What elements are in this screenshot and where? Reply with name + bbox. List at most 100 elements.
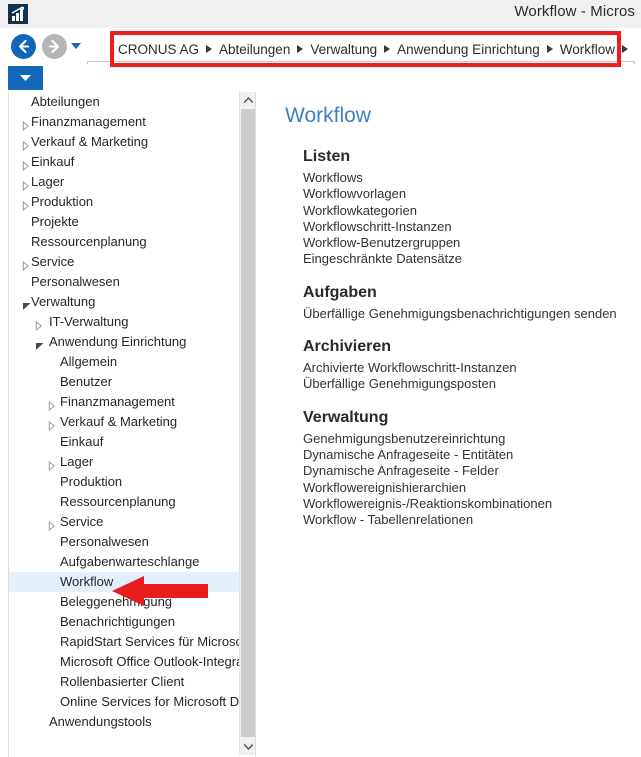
tree-expander-collapsed-icon[interactable]	[22, 137, 30, 152]
tree-expander-collapsed-icon[interactable]	[22, 177, 30, 192]
breadcrumb-separator-icon	[206, 45, 213, 53]
breadcrumb-separator-icon	[384, 45, 391, 53]
sidebar-item-label: IT-Verwaltung	[49, 314, 129, 329]
chevron-down-icon[interactable]	[240, 739, 255, 755]
sidebar-item-benutzer[interactable]: Benutzer	[9, 372, 248, 392]
link-item[interactable]: Workflows	[303, 170, 633, 186]
sidebar-item-microsoft-office-outlook-integration[interactable]: Microsoft Office Outlook-Integration	[9, 652, 248, 672]
sidebar-item-service[interactable]: Service	[9, 252, 248, 272]
sidebar-item-label: Beleggenehmigung	[60, 594, 173, 609]
tree-expander-collapsed-icon[interactable]	[35, 317, 43, 332]
breadcrumb-item[interactable]: Anwendung Einrichtung	[397, 42, 540, 57]
sidebar-item-ressourcenplanung[interactable]: Ressourcenplanung	[9, 492, 248, 512]
link-item[interactable]: Genehmigungsbenutzereinrichtung	[303, 431, 633, 447]
sidebar-item-label: Verkauf & Marketing	[31, 134, 149, 149]
link-item[interactable]: Überfällige Genehmigungsposten	[303, 376, 633, 392]
sidebar-item-personalwesen[interactable]: Personalwesen	[9, 272, 248, 292]
breadcrumb-separator-icon	[622, 45, 628, 53]
link-item[interactable]: Workflowschritt-Instanzen	[303, 219, 633, 235]
sidebar-item-label: Lager	[31, 174, 65, 189]
sidebar-item-label: Workflow	[60, 574, 114, 589]
scrollbar-thumb[interactable]	[241, 109, 255, 737]
sidebar-item-anwendungstools[interactable]: Anwendungstools	[9, 712, 248, 732]
sidebar-item-label: Anwendung Einrichtung	[49, 334, 187, 349]
link-item[interactable]: Workflowvorlagen	[303, 186, 633, 202]
forward-button[interactable]	[42, 34, 67, 59]
tree-expander-expanded-icon[interactable]	[22, 297, 32, 312]
sidebar-item-label: Produktion	[60, 474, 123, 489]
sidebar-item-ressourcenplanung[interactable]: Ressourcenplanung	[9, 232, 248, 252]
sidebar-item-label: Personalwesen	[31, 274, 120, 289]
sidebar-item-label: Benutzer	[60, 374, 113, 389]
sidebar-item-produktion[interactable]: Produktion	[9, 192, 248, 212]
sidebar-item-anwendung-einrichtung[interactable]: Anwendung Einrichtung	[9, 332, 248, 352]
sidebar-item-projekte[interactable]: Projekte	[9, 212, 248, 232]
sidebar-item-lager[interactable]: Lager	[9, 172, 248, 192]
link-item[interactable]: Eingeschränkte Datensätze	[303, 251, 633, 267]
sidebar-item-verwaltung[interactable]: Verwaltung	[9, 292, 248, 312]
secondary-toolbar	[0, 64, 641, 93]
tree-scrollbar[interactable]	[239, 92, 255, 755]
sidebar-item-abteilungen[interactable]: Abteilungen	[9, 92, 248, 112]
sidebar-item-label: Einkauf	[31, 154, 75, 169]
breadcrumb-item[interactable]: CRONUS AG	[118, 42, 199, 57]
tree-expander-collapsed-icon[interactable]	[22, 197, 30, 212]
tree-expander-collapsed-icon[interactable]	[22, 117, 30, 132]
sidebar-item-label: Projekte	[31, 214, 79, 229]
sidebar-item-label: Finanzmanagement	[31, 114, 146, 129]
sidebar-item-rapidstart-services-f-r-microsoft-dyn[interactable]: RapidStart Services für Microsoft Dyn	[9, 632, 248, 652]
sidebar-item-online-services-for-microsoft-dynami[interactable]: Online Services for Microsoft Dynami	[9, 692, 248, 712]
back-button[interactable]	[11, 34, 36, 59]
sidebar-item-verkauf-marketing[interactable]: Verkauf & Marketing	[9, 412, 248, 432]
chart-bars-icon	[8, 4, 28, 24]
link-item[interactable]: Dynamische Anfrageseite - Felder	[303, 463, 633, 479]
tree-expander-collapsed-icon[interactable]	[48, 417, 56, 432]
link-item[interactable]: Workflowereignishierarchien	[303, 480, 633, 496]
sidebar-item-label: Microsoft Office Outlook-Integration	[60, 654, 248, 669]
tree-expander-collapsed-icon[interactable]	[48, 457, 56, 472]
sidebar-item-beleggenehmigung[interactable]: Beleggenehmigung	[9, 592, 248, 612]
sidebar-item-rollenbasierter-client[interactable]: Rollenbasierter Client	[9, 672, 248, 692]
link-item[interactable]: Workflow-Benutzergruppen	[303, 235, 633, 251]
sidebar-item-benachrichtigungen[interactable]: Benachrichtigungen	[9, 612, 248, 632]
sidebar-item-allgemein[interactable]: Allgemein	[9, 352, 248, 372]
link-item[interactable]: Workflowereignis-/Reaktionskombinationen	[303, 496, 633, 512]
breadcrumb-separator-icon	[297, 45, 304, 53]
link-item[interactable]: Workflow - Tabellenrelationen	[303, 512, 633, 528]
sidebar-item-produktion[interactable]: Produktion	[9, 472, 248, 492]
breadcrumb-item[interactable]: Workflow	[560, 42, 615, 57]
tree-expander-collapsed-icon[interactable]	[48, 397, 56, 412]
sidebar-item-label: Verwaltung	[31, 294, 96, 309]
view-dropdown-button[interactable]	[8, 66, 43, 90]
chevron-down-icon[interactable]	[71, 43, 81, 49]
sidebar-item-personalwesen[interactable]: Personalwesen	[9, 532, 248, 552]
sidebar-item-label: Finanzmanagement	[60, 394, 175, 409]
link-group-title: Aufgaben	[303, 283, 377, 301]
link-item[interactable]: Dynamische Anfrageseite - Entitäten	[303, 447, 633, 463]
tree-expander-collapsed-icon[interactable]	[22, 257, 30, 272]
title-bar: Workflow - Micros	[0, 0, 641, 29]
link-item[interactable]: Überfällige Genehmigungsbenachrichtigung…	[303, 306, 633, 322]
tree-expander-collapsed-icon[interactable]	[48, 517, 56, 532]
sidebar-item-it-verwaltung[interactable]: IT-Verwaltung	[9, 312, 248, 332]
sidebar-item-aufgabenwarteschlange[interactable]: Aufgabenwarteschlange	[9, 552, 248, 572]
sidebar-item-label: RapidStart Services für Microsoft Dyn	[60, 634, 248, 649]
sidebar-item-workflow[interactable]: Workflow	[9, 572, 248, 592]
breadcrumb-item[interactable]: Verwaltung	[310, 42, 377, 57]
tree-expander-expanded-icon[interactable]	[35, 337, 45, 352]
sidebar-item-finanzmanagement[interactable]: Finanzmanagement	[9, 392, 248, 412]
sidebar-item-label: Produktion	[31, 194, 94, 209]
sidebar-item-verkauf-marketing[interactable]: Verkauf & Marketing	[9, 132, 248, 152]
sidebar-item-finanzmanagement[interactable]: Finanzmanagement	[9, 112, 248, 132]
sidebar-item-service[interactable]: Service	[9, 512, 248, 532]
tree-expander-collapsed-icon[interactable]	[22, 157, 30, 172]
link-item[interactable]: Archivierte Workflowschritt-Instanzen	[303, 360, 633, 376]
link-item[interactable]: Workflowkategorien	[303, 203, 633, 219]
link-group: Listen Workflows Workflowvorlagen Workflowk…	[303, 146, 633, 268]
breadcrumb-item[interactable]: Abteilungen	[219, 42, 290, 57]
sidebar-item-label: Allgemein	[60, 354, 118, 369]
sidebar-item-lager[interactable]: Lager	[9, 452, 248, 472]
sidebar-item-einkauf[interactable]: Einkauf	[9, 152, 248, 172]
chevron-up-icon[interactable]	[240, 92, 255, 108]
sidebar-item-einkauf[interactable]: Einkauf	[9, 432, 248, 452]
